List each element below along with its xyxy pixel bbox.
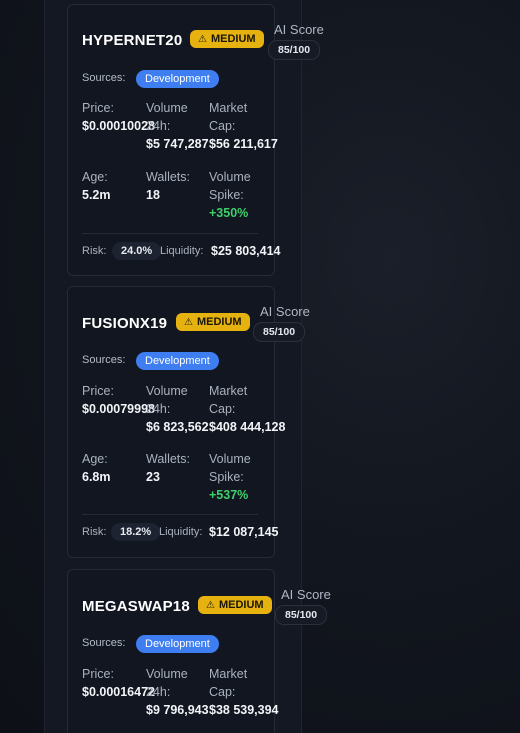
market-cap-value: $56 211,617 [209, 137, 278, 151]
source-tag[interactable]: Development [136, 352, 219, 370]
token-name: HYPERNET20 [82, 32, 183, 49]
volume-spike-label: Volume [209, 452, 251, 466]
source-tag[interactable]: Development [136, 635, 219, 653]
wallets-label: Wallets: [146, 170, 190, 184]
market-cap-label-2: Cap: [209, 402, 236, 416]
ai-score-label: AI Score [260, 304, 310, 319]
warning-icon: ⚠ [184, 317, 193, 328]
risk-level-badge: ⚠ MEDIUM [198, 596, 272, 614]
token-name: MEGASWAP18 [82, 598, 190, 615]
token-feed-page: HYPERNET20 ⚠ MEDIUM AI Score 85/100 Sourc… [0, 0, 520, 733]
age-label: Age: [82, 452, 108, 466]
volume-label-period: 24h: [146, 685, 171, 699]
source-tag[interactable]: Development [136, 70, 219, 88]
token-card[interactable]: FUSIONX19 ⚠ MEDIUM AI Score 85/100 Source… [67, 286, 310, 558]
risk-percent: 24.0% [112, 242, 162, 260]
market-cap-value: $408 444,128 [209, 420, 286, 434]
risk-level-text: MEDIUM [196, 316, 242, 328]
liquidity-value: $25 803,414 [211, 244, 281, 258]
age-value: 5.2m [82, 188, 111, 202]
ai-score-value: 85/100 [253, 322, 306, 342]
risk-level-badge: ⚠ MEDIUM [176, 313, 250, 331]
risk-percent: 18.2% [111, 523, 161, 541]
token-card[interactable]: MEGASWAP18 ⚠ MEDIUM AI Score 85/100 Sourc… [67, 569, 331, 733]
price-label: Price: [82, 667, 114, 681]
age-value: 6.8m [82, 470, 111, 484]
market-cap-label-2: Cap: [209, 119, 236, 133]
price-value: $0.00079998 [82, 402, 155, 416]
volume-label: Volume [146, 101, 188, 115]
risk-label: Risk: [82, 245, 107, 257]
liquidity-label: Liquidity: [159, 526, 203, 538]
market-cap-label: Market [209, 101, 248, 115]
volume-spike-value: +350% [209, 206, 249, 220]
risk-level-text: MEDIUM [218, 599, 264, 611]
wallets-label: Wallets: [146, 452, 190, 466]
ai-score-label: AI Score [274, 22, 324, 37]
volume-value: $5 747,287 [146, 137, 209, 151]
risk-level-badge: ⚠ MEDIUM [190, 30, 264, 48]
risk-level-text: MEDIUM [210, 33, 256, 45]
card-divider [82, 233, 258, 234]
volume-label-period: 24h: [146, 402, 171, 416]
price-value: $0.00010028 [82, 119, 155, 133]
volume-label: Volume [146, 384, 188, 398]
ai-score-label: AI Score [281, 587, 331, 602]
volume-value: $6 823,562 [146, 420, 209, 434]
warning-icon: ⚠ [206, 600, 215, 611]
liquidity-value: $12 087,145 [209, 525, 279, 539]
token-name: FUSIONX19 [82, 315, 168, 332]
sources-label: Sources: [82, 637, 126, 649]
price-value: $0.00016472 [82, 685, 155, 699]
market-cap-label: Market [209, 667, 248, 681]
volume-spike-label-2: Spike: [209, 188, 244, 202]
volume-spike-value: +537% [209, 488, 249, 502]
volume-spike-label-2: Spike: [209, 470, 244, 484]
warning-icon: ⚠ [198, 34, 207, 45]
liquidity-label: Liquidity: [160, 245, 204, 257]
token-card[interactable]: HYPERNET20 ⚠ MEDIUM AI Score 85/100 Sourc… [67, 4, 324, 276]
market-cap-label: Market [209, 384, 248, 398]
market-cap-label-2: Cap: [209, 685, 236, 699]
price-label: Price: [82, 101, 114, 115]
sources-label: Sources: [82, 354, 126, 366]
ai-score-value: 85/100 [275, 605, 328, 625]
age-label: Age: [82, 170, 108, 184]
market-cap-value: $38 539,394 [209, 703, 279, 717]
card-divider [82, 514, 258, 515]
wallets-value: 18 [146, 188, 160, 202]
volume-label-period: 24h: [146, 119, 171, 133]
ai-score-value: 85/100 [268, 40, 321, 60]
price-label: Price: [82, 384, 114, 398]
volume-label: Volume [146, 667, 188, 681]
volume-spike-label: Volume [209, 170, 251, 184]
wallets-value: 23 [146, 470, 160, 484]
sources-label: Sources: [82, 72, 126, 84]
volume-value: $9 796,943 [146, 703, 209, 717]
risk-label: Risk: [82, 526, 107, 538]
